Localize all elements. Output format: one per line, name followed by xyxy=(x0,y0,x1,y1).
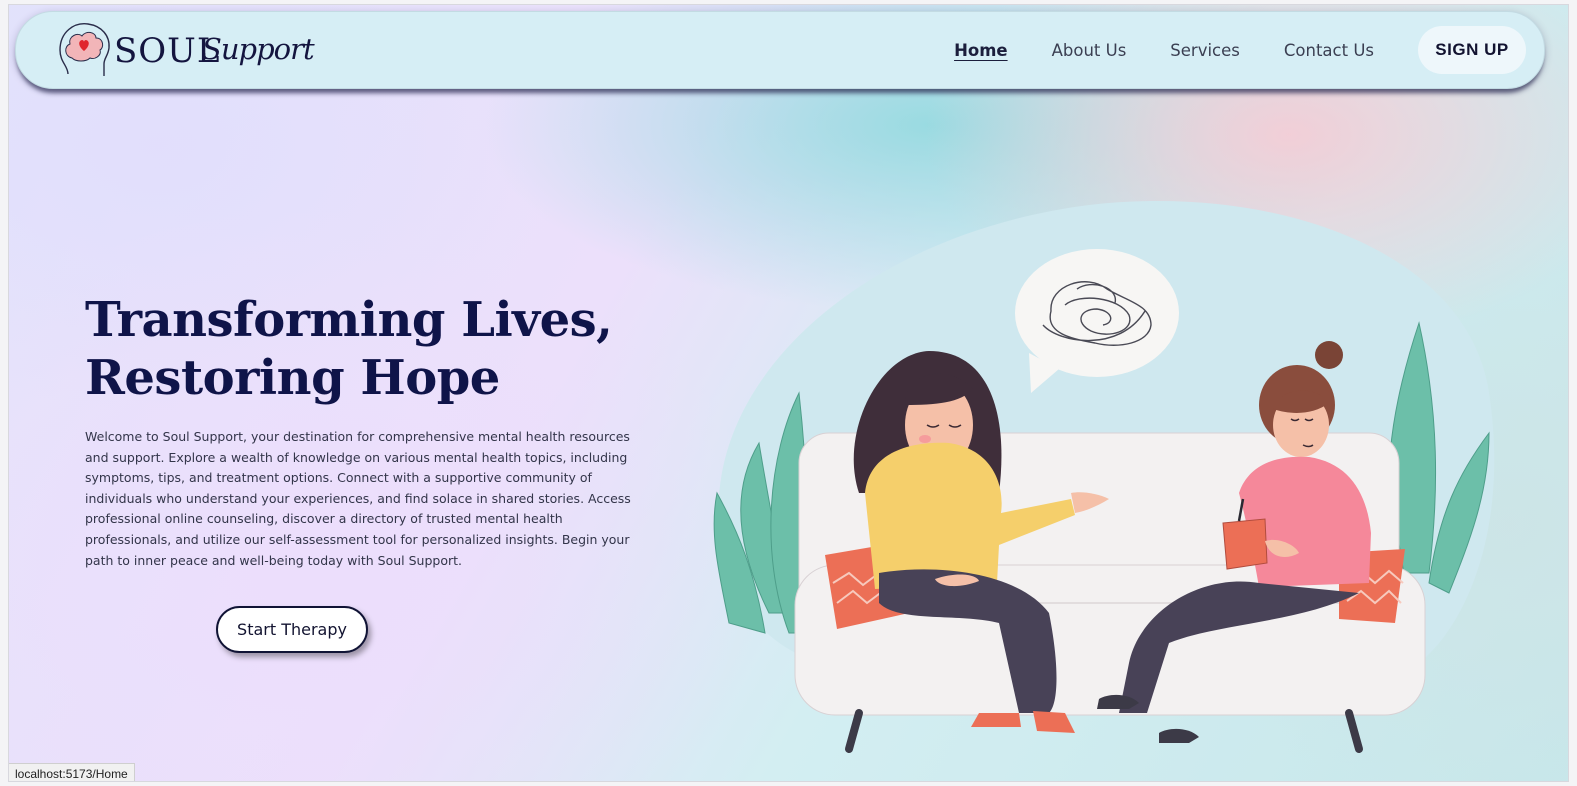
nav-contact-us[interactable]: Contact Us xyxy=(1284,41,1374,60)
page: SOUL Support Home About Us Services Cont… xyxy=(8,4,1569,782)
browser-status-url: localhost:5173/Home xyxy=(9,763,135,781)
hero-title: Transforming Lives, Restoring Hope xyxy=(85,291,705,407)
start-therapy-button[interactable]: Start Therapy xyxy=(216,606,368,653)
nav-home[interactable]: Home xyxy=(954,41,1008,60)
nav-links: Home About Us Services Contact Us SIGN U… xyxy=(954,26,1526,74)
hero-description: Welcome to Soul Support, your destinatio… xyxy=(85,429,631,568)
logo-script: Support xyxy=(202,32,315,66)
sign-up-button[interactable]: SIGN UP xyxy=(1418,26,1526,74)
logo[interactable]: SOUL Support xyxy=(54,18,324,84)
brain-heart-icon xyxy=(59,23,110,76)
navbar: SOUL Support Home About Us Services Cont… xyxy=(15,11,1545,89)
hero-title-line1: Transforming Lives, xyxy=(85,292,613,348)
hero-title-line2: Restoring Hope xyxy=(85,350,500,406)
nav-services[interactable]: Services xyxy=(1170,41,1240,60)
nav-about-us[interactable]: About Us xyxy=(1052,41,1127,60)
therapy-session-illustration xyxy=(713,201,1495,753)
